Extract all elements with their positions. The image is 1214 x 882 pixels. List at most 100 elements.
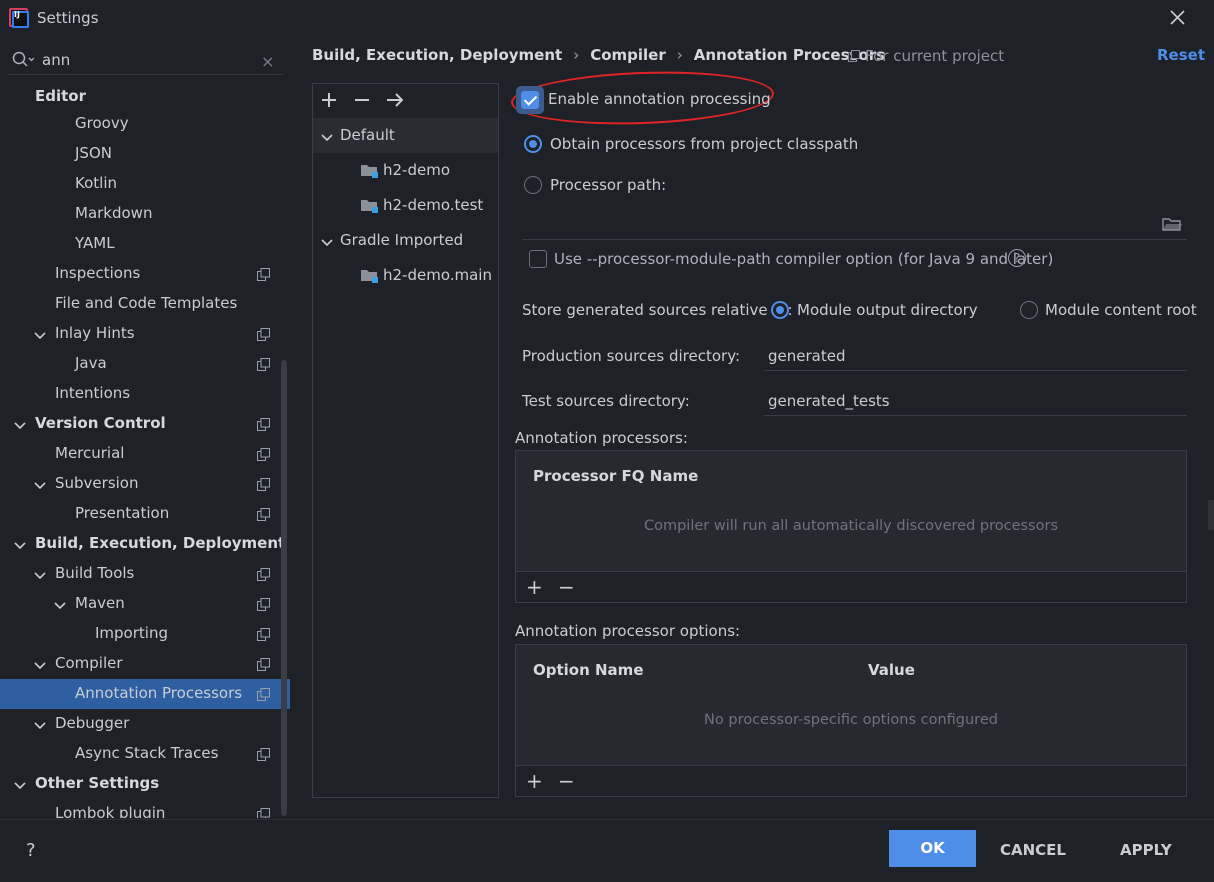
tree-item[interactable]: JSON bbox=[0, 139, 290, 169]
remove-option-button[interactable]: − bbox=[558, 771, 575, 791]
tree-item[interactable]: Build Tools bbox=[0, 559, 290, 589]
project-scope-icon bbox=[257, 507, 270, 521]
breadcrumb-item[interactable]: Compiler bbox=[590, 46, 666, 64]
tree-item[interactable]: Annotation Processors bbox=[0, 679, 290, 709]
tree-item-label: Importing bbox=[95, 624, 168, 642]
enable-annotation-label: Enable annotation processing bbox=[548, 90, 771, 108]
remove-module-button[interactable] bbox=[354, 90, 374, 110]
ok-button[interactable]: OK bbox=[889, 830, 976, 867]
obtain-classpath-label: Obtain processors from project classpath bbox=[550, 135, 859, 153]
tree-item[interactable]: Subversion bbox=[0, 469, 290, 499]
reset-link[interactable]: Reset bbox=[1157, 46, 1205, 64]
module-item[interactable]: h2-demo.test bbox=[313, 188, 498, 223]
chevron-down-icon[interactable] bbox=[54, 598, 66, 610]
chevron-down-icon[interactable] bbox=[14, 538, 26, 550]
module-folder-icon bbox=[360, 268, 380, 288]
tree-item-label: File and Code Templates bbox=[55, 294, 238, 312]
tree-scrollbar[interactable] bbox=[281, 360, 287, 816]
chevron-down-icon[interactable] bbox=[34, 328, 46, 340]
chevron-down-icon[interactable] bbox=[14, 778, 26, 790]
add-module-button[interactable] bbox=[321, 90, 341, 110]
tree-item-label: JSON bbox=[75, 144, 112, 162]
project-scope-icon bbox=[257, 447, 270, 461]
chevron-down-icon[interactable] bbox=[34, 478, 46, 490]
module-group[interactable]: Default bbox=[313, 118, 498, 153]
help-icon[interactable]: ? bbox=[1008, 249, 1026, 267]
tree-item-label: Build Tools bbox=[55, 564, 135, 582]
tree-item-label: Presentation bbox=[75, 504, 170, 522]
chevron-down-icon[interactable] bbox=[321, 235, 333, 253]
production-dir-underline bbox=[764, 370, 1187, 371]
apply-button[interactable]: APPLY bbox=[1120, 841, 1172, 859]
tree-item-label: Inlay Hints bbox=[55, 324, 135, 342]
tree-item[interactable]: YAML bbox=[0, 229, 290, 259]
add-option-button[interactable]: + bbox=[526, 771, 543, 791]
tree-item[interactable]: Java bbox=[0, 349, 290, 379]
production-dir-input[interactable]: generated bbox=[768, 347, 845, 365]
tree-item[interactable]: Editor bbox=[0, 83, 290, 112]
processor-path-radio[interactable] bbox=[524, 176, 542, 194]
module-item[interactable]: h2-demo bbox=[313, 153, 498, 188]
tree-item[interactable]: Maven bbox=[0, 589, 290, 619]
help-button[interactable]: ? bbox=[26, 840, 36, 861]
obtain-classpath-radio[interactable] bbox=[524, 135, 542, 153]
add-processor-button[interactable]: + bbox=[526, 577, 543, 597]
tree-item[interactable]: Compiler bbox=[0, 649, 290, 679]
processor-fq-name-header[interactable]: Processor FQ Name bbox=[533, 467, 698, 485]
clear-search-icon[interactable]: × bbox=[261, 52, 274, 71]
tree-item[interactable]: Build, Execution, Deployment bbox=[0, 529, 290, 559]
tree-item[interactable]: Lombok plugin bbox=[0, 799, 290, 818]
tree-item[interactable]: Presentation bbox=[0, 499, 290, 529]
chevron-down-icon[interactable] bbox=[34, 718, 46, 730]
tree-item-label: Annotation Processors bbox=[75, 684, 243, 702]
tree-item[interactable]: Importing bbox=[0, 619, 290, 649]
module-label: h2-demo bbox=[383, 161, 451, 179]
scope-label: For current project bbox=[865, 47, 1005, 65]
tree-item[interactable]: Version Control bbox=[0, 409, 290, 439]
search-icon[interactable] bbox=[12, 51, 34, 69]
module-content-root-radio[interactable] bbox=[1020, 301, 1038, 319]
tree-item[interactable]: Async Stack Traces bbox=[0, 739, 290, 769]
options-table: Option Name Value No processor-specific … bbox=[515, 644, 1187, 797]
tree-item-label: Inspections bbox=[55, 264, 141, 282]
processor-path-label: Processor path: bbox=[550, 176, 667, 194]
tree-item[interactable]: File and Code Templates bbox=[0, 289, 290, 319]
module-output-radio[interactable] bbox=[771, 301, 789, 319]
module-group[interactable]: Gradle Imported bbox=[313, 223, 498, 258]
chevron-down-icon[interactable] bbox=[34, 658, 46, 670]
tree-item[interactable]: Other Settings bbox=[0, 769, 290, 799]
chevron-down-icon[interactable] bbox=[14, 418, 26, 430]
folder-browse-icon[interactable] bbox=[1162, 216, 1182, 232]
cancel-button[interactable]: CANCEL bbox=[1000, 841, 1066, 859]
tree-item[interactable]: Intentions bbox=[0, 379, 290, 409]
tree-item[interactable]: Markdown bbox=[0, 199, 290, 229]
chevron-down-icon[interactable] bbox=[34, 568, 46, 580]
tree-item[interactable]: Inspections bbox=[0, 259, 290, 289]
processor-options-title: Annotation processor options: bbox=[515, 622, 741, 640]
module-item[interactable]: h2-demo.main bbox=[313, 258, 498, 293]
tree-item-label: Subversion bbox=[55, 474, 139, 492]
tree-item-label: Lombok plugin bbox=[55, 804, 166, 818]
project-scope-icon bbox=[257, 267, 270, 281]
test-dir-input[interactable]: generated_tests bbox=[768, 392, 890, 410]
module-label: Default bbox=[340, 126, 395, 144]
options-empty-text: No processor-specific options configured bbox=[704, 712, 998, 728]
tree-item[interactable]: Kotlin bbox=[0, 169, 290, 199]
enable-annotation-checkbox[interactable] bbox=[521, 91, 539, 109]
module-folder-icon bbox=[360, 198, 380, 218]
breadcrumb-item[interactable]: Build, Execution, Deployment bbox=[312, 46, 562, 64]
right-edge-strip bbox=[1208, 500, 1214, 530]
option-value-header[interactable]: Value bbox=[868, 661, 915, 679]
tree-item[interactable]: Debugger bbox=[0, 709, 290, 739]
processor-path-field[interactable] bbox=[522, 205, 1187, 239]
chevron-down-icon[interactable] bbox=[321, 130, 333, 148]
option-name-header[interactable]: Option Name bbox=[533, 661, 644, 679]
close-icon[interactable] bbox=[1166, 6, 1190, 30]
tree-item[interactable]: Groovy bbox=[0, 109, 290, 139]
search-input[interactable]: ann bbox=[42, 51, 70, 69]
tree-item[interactable]: Mercurial bbox=[0, 439, 290, 469]
move-module-button[interactable] bbox=[386, 90, 406, 110]
remove-processor-button[interactable]: − bbox=[558, 577, 575, 597]
tree-item[interactable]: Inlay Hints bbox=[0, 319, 290, 349]
module-path-checkbox[interactable] bbox=[529, 250, 547, 268]
